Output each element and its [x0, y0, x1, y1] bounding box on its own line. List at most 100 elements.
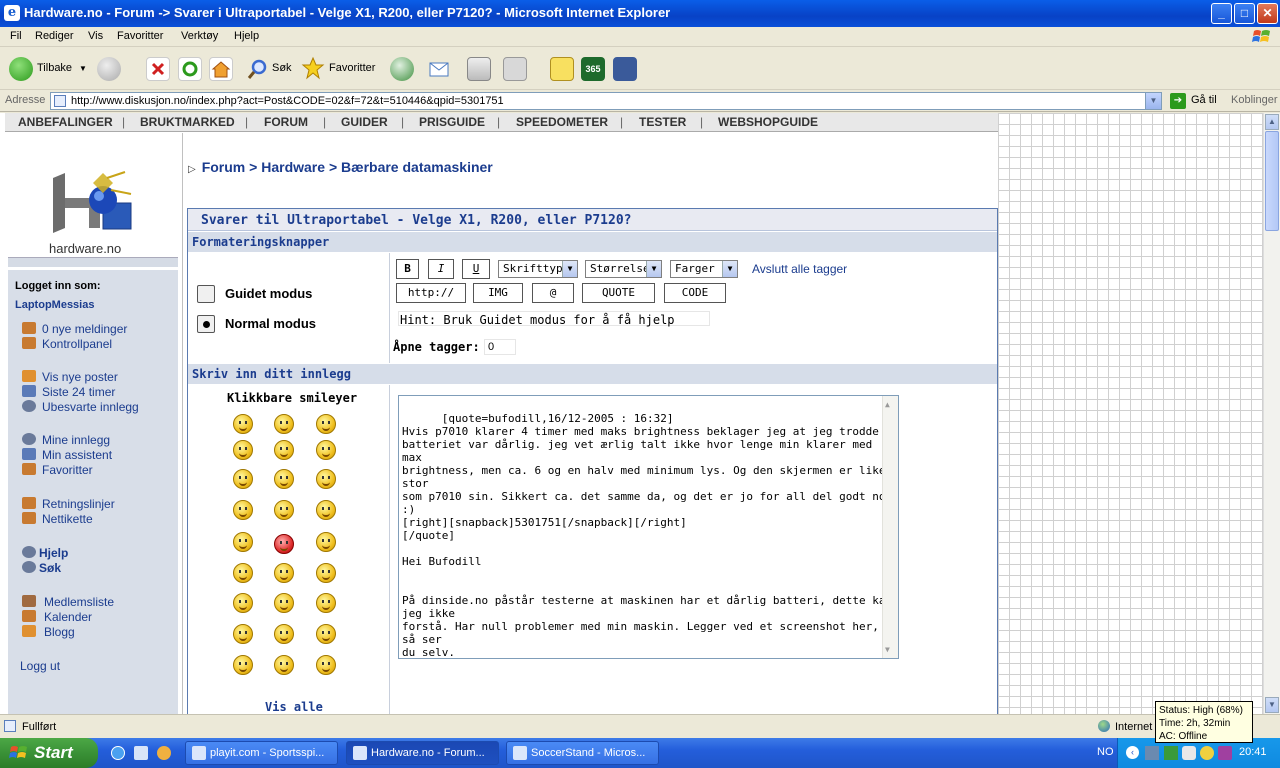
menu-view[interactable]: Vis: [88, 30, 103, 42]
img-button[interactable]: IMG: [473, 283, 523, 303]
smiley-icon[interactable]: [316, 532, 336, 552]
smiley-icon[interactable]: [233, 469, 253, 489]
address-input[interactable]: http://www.diskusjon.no/index.php?act=Po…: [50, 92, 1162, 110]
smiley-icon[interactable]: [274, 593, 294, 613]
sidebar-item-help[interactable]: Hjelp: [39, 546, 68, 560]
stop-icon[interactable]: [146, 57, 170, 81]
nav-webshopguide[interactable]: WEBSHOPGUIDE: [718, 115, 818, 129]
sidebar-item-new-posts[interactable]: Vis nye poster: [42, 370, 118, 384]
task-hardware[interactable]: Hardware.no - Forum...: [346, 741, 499, 765]
task-soccerstand-label[interactable]: SoccerStand - Micros...: [531, 747, 645, 759]
smiley-icon[interactable]: [274, 624, 294, 644]
menu-tools[interactable]: Verktøy: [181, 30, 218, 42]
menu-file[interactable]: Fil: [10, 30, 22, 42]
minimize-button[interactable]: _: [1211, 3, 1232, 24]
italic-button[interactable]: I: [428, 259, 454, 279]
sidebar-item-messages[interactable]: 0 nye meldinger: [42, 322, 127, 336]
menu-edit[interactable]: Rediger: [35, 30, 74, 42]
links-label[interactable]: Koblinger: [1231, 94, 1277, 106]
scrollbar-thumb[interactable]: [1265, 131, 1279, 231]
scroll-up-icon[interactable]: ▲: [1265, 114, 1279, 130]
close-all-tags-link[interactable]: Avslutt alle tagger: [752, 262, 847, 276]
smiley-icon[interactable]: [274, 469, 294, 489]
normal-mode-label[interactable]: Normal modus: [225, 316, 316, 331]
page-scrollbar[interactable]: ▲ ▼: [1263, 113, 1280, 714]
normal-mode-radio[interactable]: [197, 315, 215, 333]
email-button[interactable]: @: [532, 283, 574, 303]
favorites-star-icon[interactable]: [301, 56, 325, 80]
smiley-icon[interactable]: [316, 440, 336, 460]
sidebar-item-favorites[interactable]: Favoritter: [42, 463, 93, 477]
smiley-icon[interactable]: [316, 655, 336, 675]
sidebar-item-search[interactable]: Søk: [39, 561, 61, 575]
smiley-icon[interactable]: [233, 593, 253, 613]
desktop-quicklaunch-icon[interactable]: [134, 746, 148, 760]
nav-tester[interactable]: TESTER: [639, 115, 686, 129]
messenger-icon[interactable]: [613, 57, 637, 81]
notes-icon[interactable]: [550, 57, 574, 81]
address-url[interactable]: http://www.diskusjon.no/index.php?act=Po…: [71, 95, 504, 107]
sidebar-item-my-posts[interactable]: Mine innlegg: [42, 433, 110, 447]
maximize-button[interactable]: □: [1234, 3, 1255, 24]
smiley-icon[interactable]: [316, 593, 336, 613]
bold-button[interactable]: B: [396, 259, 419, 279]
scroll-up-icon[interactable]: ▲: [885, 398, 890, 411]
smiley-icon[interactable]: [233, 563, 253, 583]
start-button[interactable]: Start: [0, 738, 98, 768]
smiley-icon[interactable]: [316, 469, 336, 489]
smiley-icon[interactable]: [316, 624, 336, 644]
start-label[interactable]: Start: [34, 743, 73, 762]
back-dropdown-icon[interactable]: ▼: [79, 64, 87, 73]
volume-icon[interactable]: [1200, 746, 1214, 760]
smiley-icon[interactable]: [233, 414, 253, 434]
smiley-icon[interactable]: [233, 655, 253, 675]
calendar-365-icon[interactable]: 365: [581, 57, 605, 81]
smiley-icon[interactable]: [274, 414, 294, 434]
scroll-down-icon[interactable]: ▼: [885, 643, 890, 656]
back-label[interactable]: Tilbake: [37, 62, 72, 74]
sidebar-item-guidelines[interactable]: Retningslinjer: [42, 497, 115, 511]
nav-prisguide[interactable]: PRISGUIDE: [419, 115, 485, 129]
home-icon[interactable]: [209, 57, 233, 81]
smiley-icon[interactable]: [274, 563, 294, 583]
quote-button[interactable]: QUOTE: [582, 283, 655, 303]
sidebar-item-netiquette[interactable]: Nettikette: [42, 512, 93, 526]
smiley-icon[interactable]: [274, 655, 294, 675]
task-playit-label[interactable]: playit.com - Sportsspi...: [210, 747, 324, 759]
smiley-icon[interactable]: [274, 534, 294, 554]
post-body-textarea[interactable]: [quote=bufodill,16/12-2005 : 16:32] Hvis…: [398, 395, 899, 659]
show-all-smileys-link[interactable]: Vis alle: [265, 700, 323, 714]
size-select[interactable]: Størrelse ▼: [585, 260, 662, 278]
close-button[interactable]: ✕: [1257, 3, 1278, 24]
post-body-text[interactable]: [quote=bufodill,16/12-2005 : 16:32] Hvis…: [402, 412, 898, 658]
history-icon[interactable]: [390, 57, 414, 81]
guided-mode-label[interactable]: Guidet modus: [225, 286, 312, 301]
forward-arrow-icon[interactable]: [97, 57, 121, 81]
menu-favorites[interactable]: Favoritter: [117, 30, 163, 42]
sidebar-item-calendar[interactable]: Kalender: [44, 610, 92, 624]
breadcrumb-hardware[interactable]: Hardware: [261, 159, 325, 175]
sidebar-item-last-24h[interactable]: Siste 24 timer: [42, 385, 115, 399]
mail-icon[interactable]: [428, 57, 452, 81]
address-dropdown-icon[interactable]: ▼: [1145, 93, 1161, 109]
sidebar-item-unanswered[interactable]: Ubesvarte innlegg: [42, 400, 139, 414]
search-icon[interactable]: [246, 57, 270, 81]
smiley-icon[interactable]: [274, 500, 294, 520]
sidebar-item-assistant[interactable]: Min assistent: [42, 448, 112, 462]
smiley-icon[interactable]: [274, 440, 294, 460]
nav-speedometer[interactable]: SPEEDOMETER: [516, 115, 608, 129]
color-select[interactable]: Farger ▼: [670, 260, 738, 278]
smiley-icon[interactable]: [316, 563, 336, 583]
back-arrow-icon[interactable]: [9, 57, 33, 81]
smiley-icon[interactable]: [316, 414, 336, 434]
print-icon[interactable]: [467, 57, 491, 81]
underline-button[interactable]: U: [462, 259, 490, 279]
go-arrow-icon[interactable]: ➔: [1170, 93, 1186, 109]
messenger-tray-icon[interactable]: [1182, 746, 1196, 760]
battery-icon[interactable]: [1145, 746, 1159, 760]
task-soccerstand[interactable]: SoccerStand - Micros...: [506, 741, 659, 765]
edit-icon[interactable]: [503, 57, 527, 81]
nav-forum[interactable]: FORUM: [264, 115, 308, 129]
smiley-icon[interactable]: [233, 532, 253, 552]
menu-help[interactable]: Hjelp: [234, 30, 259, 42]
